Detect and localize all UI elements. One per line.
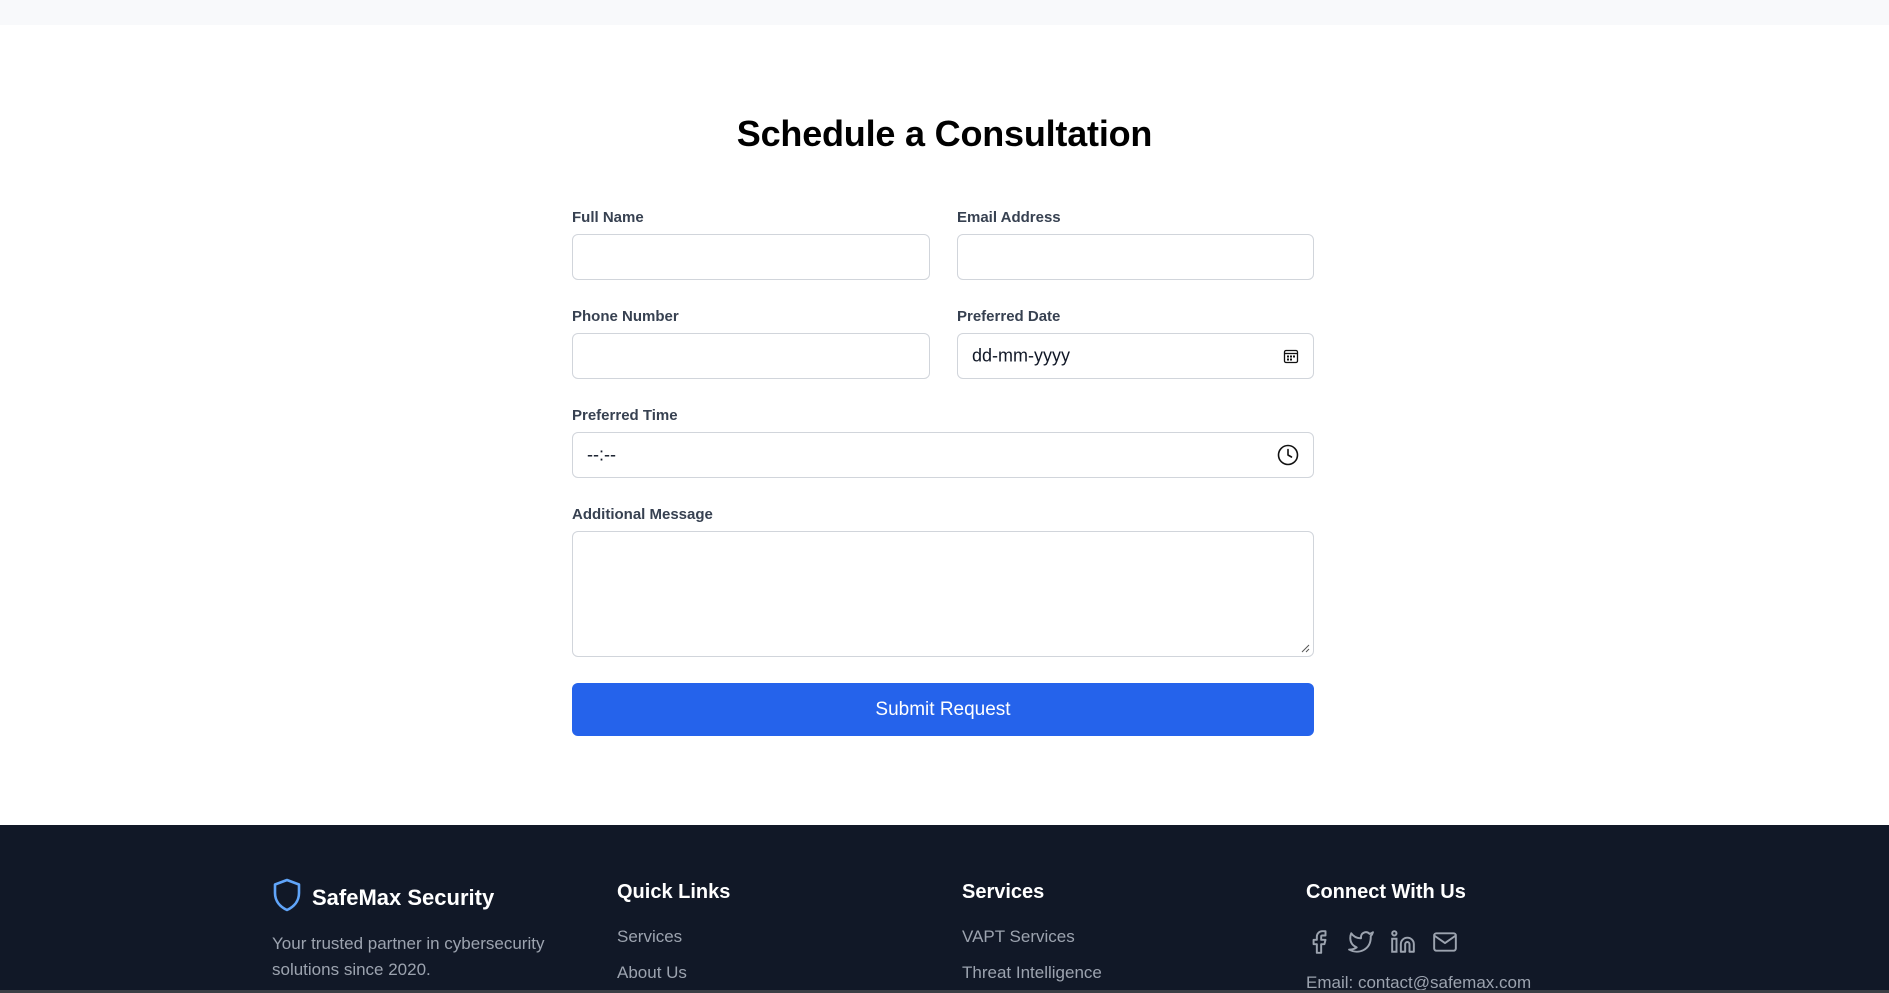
date-value: dd-mm-yyyy [972,345,1070,366]
social-links [1306,929,1531,955]
clock-icon[interactable] [1277,444,1299,466]
message-textarea[interactable] [572,531,1314,657]
quick-links-title: Quick Links [617,881,731,903]
footer-services: Services VAPT Services Threat Intelligen… [962,881,1102,993]
quick-link-about-us[interactable]: About Us [617,963,730,993]
page-title: Schedule a Consultation [736,113,1153,154]
footer-quick-links: Quick Links Services About Us [617,881,730,993]
email-label: Email Address [957,209,1061,226]
email-input[interactable] [957,234,1314,280]
top-bar [0,0,1889,25]
time-value: --:-- [587,444,616,465]
time-field: Preferred Time --:-- [572,407,1314,478]
services-title: Services [962,881,1045,903]
mail-icon[interactable] [1432,929,1458,955]
footer-brand: SafeMax Security [272,878,494,917]
service-link-threat-intelligence[interactable]: Threat Intelligence [962,963,1102,993]
time-input[interactable]: --:-- [572,432,1314,478]
connect-title: Connect With Us [1306,881,1466,903]
full-name-input[interactable] [572,234,930,280]
footer: SafeMax Security Your trusted partner in… [0,825,1889,993]
full-name-field: Full Name [572,209,930,280]
service-link-vapt[interactable]: VAPT Services [962,927,1102,963]
shield-icon [272,878,302,917]
date-label: Preferred Date [957,308,1061,325]
date-input[interactable]: dd-mm-yyyy [957,333,1314,379]
submit-button[interactable]: Submit Request [572,683,1314,736]
consultation-section: Schedule a Consultation Full Name Email … [0,25,1889,825]
brand-tagline: Your trusted partner in cybersecurity so… [272,934,545,979]
full-name-label: Full Name [572,209,644,226]
phone-input[interactable] [572,333,930,379]
date-field: Preferred Date dd-mm-yyyy [957,308,1314,379]
quick-link-services[interactable]: Services [617,927,730,963]
footer-connect: Connect With Us Email: contact@safemax.c… [1306,881,1531,993]
resize-handle-icon[interactable] [1300,643,1310,653]
linkedin-icon[interactable] [1390,929,1416,955]
calendar-icon[interactable] [1283,348,1299,364]
twitter-icon[interactable] [1348,929,1374,955]
message-label: Additional Message [572,506,713,523]
email-field: Email Address [957,209,1314,280]
time-label: Preferred Time [572,407,678,424]
phone-label: Phone Number [572,308,679,325]
facebook-icon[interactable] [1306,929,1332,955]
brand-name: SafeMax Security [312,884,495,910]
phone-field: Phone Number [572,308,930,379]
message-field: Additional Message [572,506,1314,657]
